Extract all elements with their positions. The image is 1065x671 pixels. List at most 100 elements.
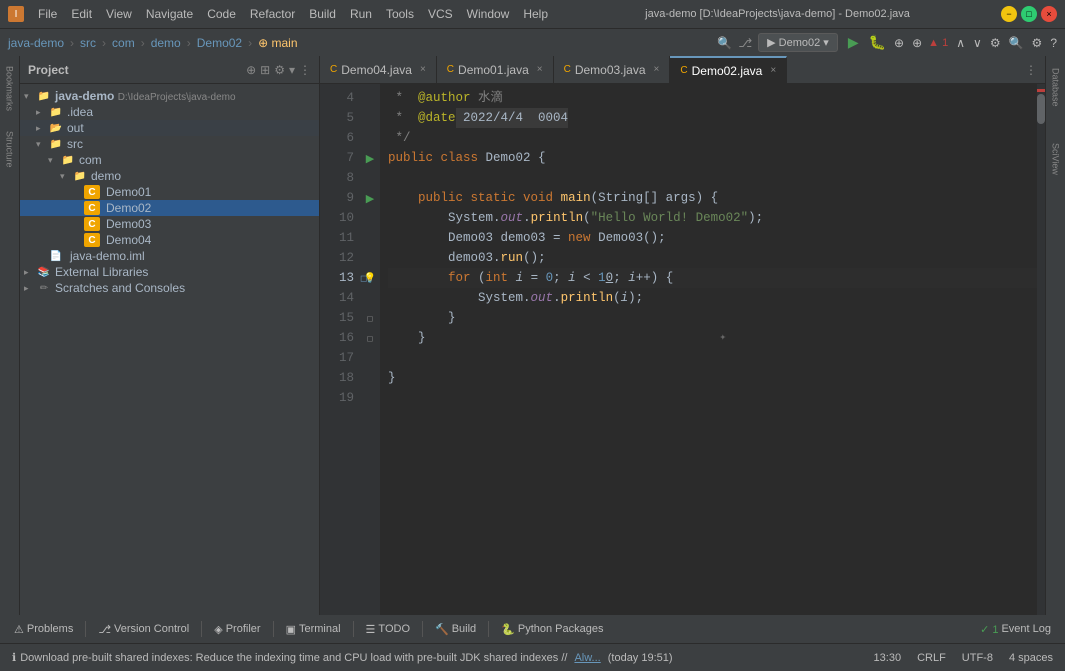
tree-src[interactable]: ▾ 📁 src	[20, 136, 319, 152]
nav-demo[interactable]: demo	[151, 36, 181, 50]
tree-demo04[interactable]: ▸ C Demo04	[20, 232, 319, 248]
panel-tree-icon[interactable]: ⊞	[260, 63, 270, 77]
status-position[interactable]: 13:30	[870, 652, 906, 664]
code-content[interactable]: * @author 水滴 * @date 2022/4/4 0004 */ pu…	[380, 84, 1045, 615]
status-line-ending[interactable]: CRLF	[913, 652, 950, 664]
nav-class[interactable]: Demo02	[197, 36, 242, 50]
error-mark	[1037, 89, 1045, 92]
gutter-line-9[interactable]: ▶	[360, 188, 380, 208]
menu-refactor[interactable]: Refactor	[244, 5, 301, 23]
tree-scratches[interactable]: ▸ ✏ Scratches and Consoles	[20, 280, 319, 296]
scroll-thumb[interactable]	[1037, 94, 1045, 124]
down-arrow-icon[interactable]: ∨	[973, 36, 982, 50]
panel-title: Project	[28, 63, 242, 77]
nav-src[interactable]: src	[80, 36, 96, 50]
menu-run[interactable]: Run	[344, 5, 378, 23]
tree-demo01[interactable]: ▸ C Demo01	[20, 184, 319, 200]
git-icon[interactable]: ⎇	[738, 36, 752, 50]
toolbar-build[interactable]: 🔨 Build	[429, 621, 482, 638]
nav-method[interactable]: ⊕ main	[258, 36, 297, 50]
tree-demo[interactable]: ▾ 📁 demo	[20, 168, 319, 184]
toolbar-version-control[interactable]: ⎇ Version Control	[92, 621, 195, 638]
tab-demo01[interactable]: C Demo01.java ×	[437, 56, 554, 84]
up-arrow-icon[interactable]: ∧	[956, 36, 965, 50]
menu-file[interactable]: File	[32, 5, 63, 23]
search-everywhere-icon[interactable]: 🔍	[717, 36, 732, 50]
status-indent[interactable]: 4 spaces	[1005, 652, 1057, 664]
gutter-line-15[interactable]: ◻	[360, 308, 380, 328]
menu-build[interactable]: Build	[303, 5, 342, 23]
run-arrow-icon[interactable]: ▶	[366, 192, 374, 205]
menu-code[interactable]: Code	[201, 5, 242, 23]
warning-badge[interactable]: ▲ 1	[928, 37, 948, 49]
toolbar-todo[interactable]: ☰ TODO	[360, 621, 416, 638]
tab-close-button[interactable]: ×	[654, 64, 660, 75]
maximize-button[interactable]: □	[1021, 6, 1037, 22]
sidebar-icon-bookmarks[interactable]: Bookmarks	[3, 60, 17, 117]
toolbar-profiler[interactable]: ◈ Profiler	[208, 621, 266, 638]
status-encoding[interactable]: UTF-8	[958, 652, 997, 664]
run-arrow-icon[interactable]: ▶	[366, 152, 374, 165]
tab-close-button[interactable]: ×	[420, 64, 426, 75]
toolbar-python-packages[interactable]: 🐍 Python Packages	[495, 621, 609, 638]
fold-icon[interactable]: ◻	[367, 334, 374, 343]
gutter-line-17	[360, 348, 380, 368]
scroll-indicator[interactable]	[1037, 84, 1045, 615]
panel-gear-icon[interactable]: ⚙	[274, 63, 285, 77]
tree-idea[interactable]: ▸ 📁 .idea	[20, 104, 319, 120]
gutter-line-13[interactable]: ◻ 💡	[360, 268, 380, 288]
right-tab-database[interactable]: Database	[1049, 60, 1063, 115]
tree-root[interactable]: ▾ 📁 java-demo D:\IdeaProjects\java-demo	[20, 88, 319, 104]
toolbar-event-log[interactable]: ✓ 1 Event Log	[974, 621, 1057, 638]
tree-demo02[interactable]: ▸ C Demo02	[20, 200, 319, 216]
gutter-line-7[interactable]: ▶	[360, 148, 380, 168]
panel-add-icon[interactable]: ⊕	[246, 63, 256, 77]
status-notification[interactable]: ℹ Download pre-built shared indexes: Red…	[8, 651, 677, 664]
notification-time: (today 19:51)	[608, 652, 673, 664]
tab-close-button[interactable]: ×	[770, 65, 776, 76]
java-icon: C	[680, 65, 687, 76]
menu-edit[interactable]: Edit	[65, 5, 98, 23]
tree-demo03[interactable]: ▸ C Demo03	[20, 216, 319, 232]
tree-item-label: demo	[91, 169, 121, 183]
profiler-button[interactable]: ⊕	[912, 36, 922, 50]
menu-vcs[interactable]: VCS	[422, 5, 459, 23]
toolbar-terminal[interactable]: ▣ Terminal	[280, 621, 347, 638]
gutter-line-16[interactable]: ◻	[360, 328, 380, 348]
help-icon[interactable]: ?	[1050, 36, 1057, 50]
right-tab-sciview[interactable]: SciView	[1049, 135, 1063, 183]
search-icon[interactable]: 🔍	[1009, 36, 1024, 50]
nav-project[interactable]: java-demo	[8, 36, 64, 50]
toolbar-problems[interactable]: ⚠ Problems	[8, 621, 79, 638]
menu-navigate[interactable]: Navigate	[140, 5, 199, 23]
menu-view[interactable]: View	[100, 5, 138, 23]
panel-collapse-icon[interactable]: ▾	[289, 63, 295, 77]
minimize-button[interactable]: −	[1001, 6, 1017, 22]
panel-settings-icon[interactable]: ⋮	[299, 63, 311, 77]
tab-more-button[interactable]: ⋮	[1017, 63, 1045, 77]
tab-demo04[interactable]: C Demo04.java ×	[320, 56, 437, 84]
settings-icon[interactable]: ⚙	[990, 36, 1001, 50]
gear-icon[interactable]: ⚙	[1032, 36, 1043, 50]
code-editor[interactable]: 4 5 6 7 8 9 10 11 12 13 14 15 16 17 18 1…	[320, 84, 1045, 615]
tree-com[interactable]: ▾ 📁 com	[20, 152, 319, 168]
tab-demo02[interactable]: C Demo02.java ×	[670, 56, 787, 84]
tree-ext-libs[interactable]: ▸ 📚 External Libraries	[20, 264, 319, 280]
coverage-button[interactable]: ⊕	[894, 36, 904, 50]
notification-link[interactable]: Alw...	[574, 652, 600, 664]
debug-button[interactable]: 🐛	[869, 34, 886, 51]
tree-out[interactable]: ▸ 📂 out	[20, 120, 319, 136]
tab-close-button[interactable]: ×	[537, 64, 543, 75]
sidebar-icon-structure[interactable]: Structure	[3, 125, 17, 174]
tab-demo03[interactable]: C Demo03.java ×	[554, 56, 671, 84]
code-line-12: demo03.run();	[388, 248, 1037, 268]
tree-iml[interactable]: ▸ 📄 java-demo.iml	[20, 248, 319, 264]
menu-window[interactable]: Window	[461, 5, 516, 23]
close-button[interactable]: ×	[1041, 6, 1057, 22]
nav-com[interactable]: com	[112, 36, 135, 50]
run-config-selector[interactable]: ▶ Demo02 ▾	[758, 33, 838, 52]
menu-tools[interactable]: Tools	[380, 5, 420, 23]
menu-help[interactable]: Help	[517, 5, 554, 23]
run-button[interactable]: ▶	[848, 34, 859, 51]
fold-icon[interactable]: ◻	[367, 314, 374, 323]
